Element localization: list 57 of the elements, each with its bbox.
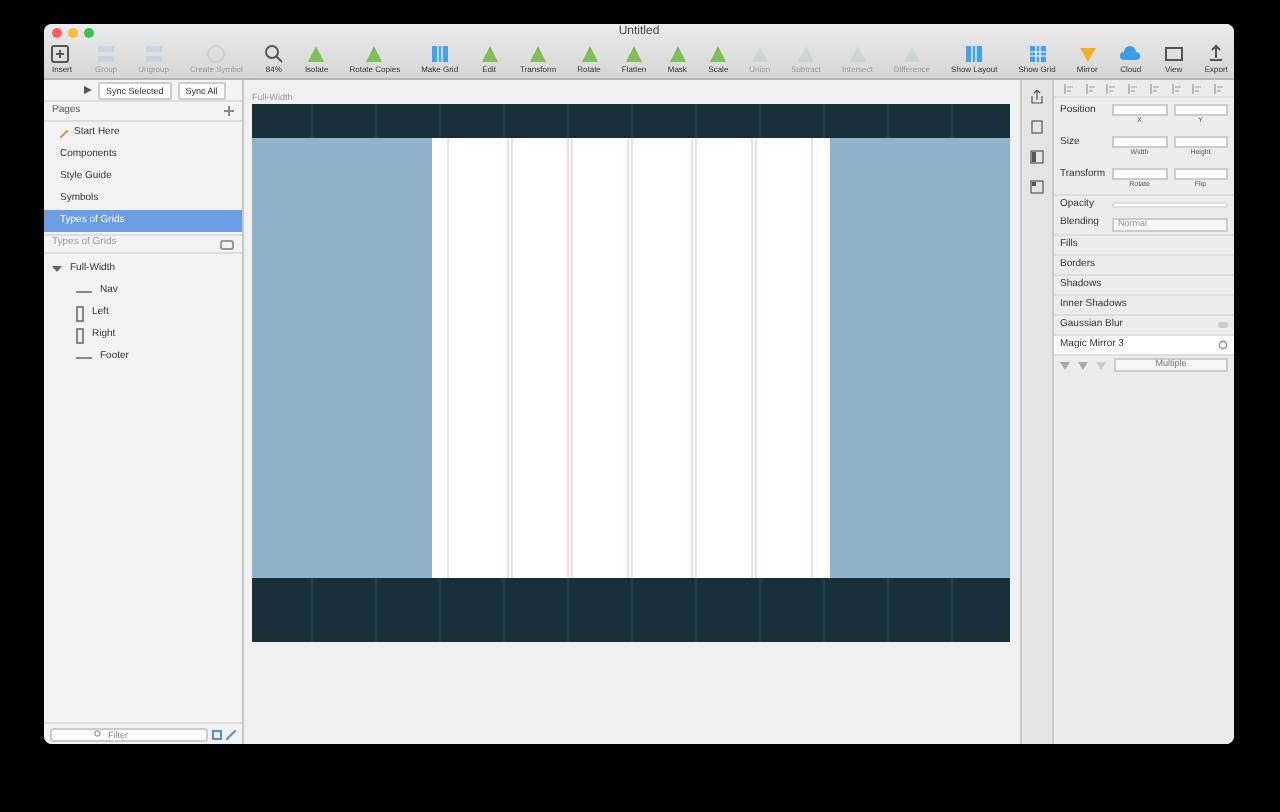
- line-icon: [76, 287, 92, 295]
- shape-icon: [306, 44, 327, 64]
- group-icon: [96, 44, 117, 64]
- document-icon[interactable]: [1030, 120, 1044, 134]
- shape-icon: [749, 44, 770, 64]
- settings-icon[interactable]: [1218, 340, 1228, 350]
- shape-icon: [708, 44, 729, 64]
- align-icon[interactable]: [1171, 83, 1182, 93]
- search-icon: [94, 730, 102, 738]
- export-icon: [1206, 44, 1227, 64]
- shape-icon: [901, 44, 922, 64]
- number-field[interactable]: [1173, 136, 1228, 148]
- align-icon[interactable]: [1128, 83, 1139, 93]
- columns-icon: [964, 44, 985, 64]
- shape-icon: [624, 44, 645, 64]
- number-field[interactable]: [1112, 136, 1167, 148]
- align-icon[interactable]: [1106, 83, 1117, 93]
- columns-icon: [429, 44, 450, 64]
- slices-icon[interactable]: [212, 729, 222, 739]
- shape-icon: [579, 44, 600, 64]
- shape-icon: [847, 44, 868, 64]
- number-field[interactable]: [1173, 104, 1228, 116]
- align-icon[interactable]: [1149, 83, 1160, 93]
- disclosure-icon[interactable]: [52, 264, 62, 274]
- shape-icon: [364, 44, 385, 64]
- panel-icon[interactable]: [1030, 180, 1044, 194]
- collapse-icon[interactable]: [220, 239, 234, 249]
- pin-icon: [60, 129, 68, 137]
- group-icon: [143, 44, 164, 64]
- align-icon[interactable]: [1063, 83, 1074, 93]
- line-icon: [76, 353, 92, 361]
- toggle-switch[interactable]: [1218, 322, 1228, 328]
- pen-icon[interactable]: [226, 729, 236, 739]
- add-icon[interactable]: [224, 106, 234, 116]
- shape-icon: [528, 44, 549, 64]
- align-icon[interactable]: [1192, 83, 1203, 93]
- close-button[interactable]: [52, 28, 62, 38]
- window-icon: [1163, 44, 1184, 64]
- share-icon[interactable]: [1030, 90, 1044, 104]
- layout-icon[interactable]: [1030, 150, 1044, 164]
- number-field[interactable]: [1112, 168, 1167, 180]
- shape-icon: [796, 44, 817, 64]
- shape-icon: [479, 44, 500, 64]
- minimize-button[interactable]: [68, 28, 78, 38]
- zoom-button[interactable]: [84, 28, 94, 38]
- number-field[interactable]: [1173, 168, 1228, 180]
- artboard[interactable]: [252, 104, 1010, 642]
- search-icon: [263, 44, 284, 64]
- align-icon[interactable]: [1214, 83, 1225, 93]
- shape-icon: [667, 44, 688, 64]
- plus-icon: [50, 44, 74, 64]
- caret-icon[interactable]: [84, 86, 92, 94]
- cloud-icon: [1118, 44, 1143, 64]
- align-icon[interactable]: [1085, 83, 1096, 93]
- grid-icon: [1027, 44, 1048, 64]
- mirror-icon: [1077, 44, 1098, 64]
- number-field[interactable]: [1112, 104, 1167, 116]
